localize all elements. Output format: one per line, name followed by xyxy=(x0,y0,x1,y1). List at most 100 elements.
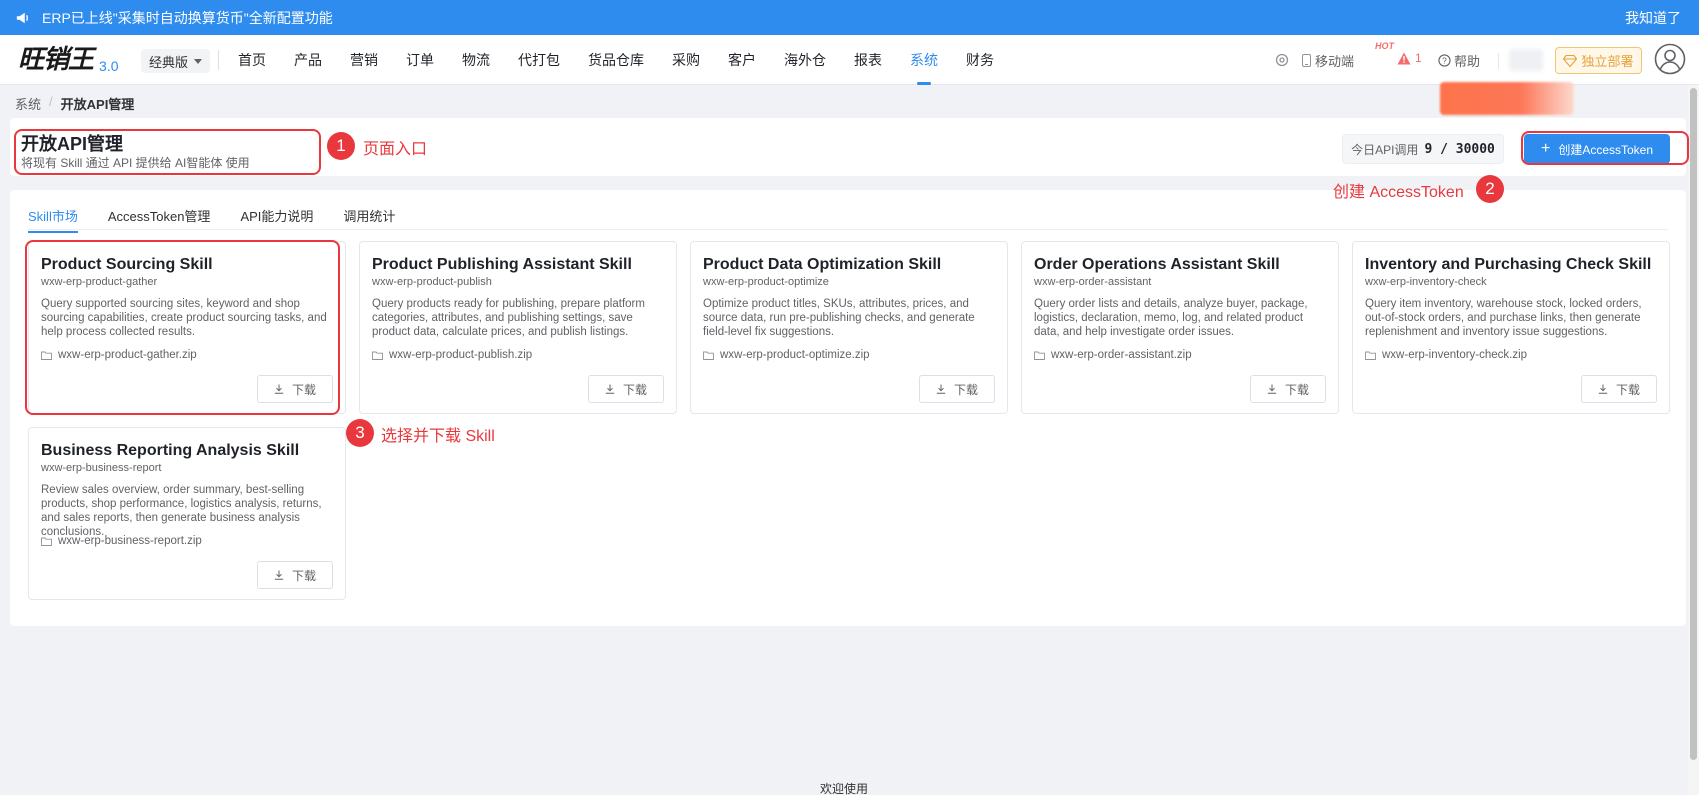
annotation-badge-1: 1 xyxy=(327,132,355,160)
skill-file: wxw-erp-product-publish.zip xyxy=(372,349,532,361)
edition-label: 经典版 xyxy=(149,54,189,70)
breadcrumb-separator: / xyxy=(49,94,53,109)
skill-file: wxw-erp-order-assistant.zip xyxy=(1034,349,1192,361)
skill-file: wxw-erp-business-report.zip xyxy=(41,535,202,547)
megaphone-icon xyxy=(16,12,28,23)
skill-slug: wxw-erp-order-assistant xyxy=(1034,276,1152,288)
menu-item[interactable]: 系统 xyxy=(896,35,952,85)
announcement-text: ERP已上线"采集时自动换算货币"全新配置功能 xyxy=(42,9,333,26)
download-label: 下载 xyxy=(622,382,647,397)
skill-slug: wxw-erp-business-report xyxy=(41,462,162,474)
annotation-badge-2: 2 xyxy=(1476,175,1504,203)
skill-file-name: wxw-erp-business-report.zip xyxy=(58,535,202,547)
skill-card[interactable]: Business Reporting Analysis Skill wxw-erp… xyxy=(28,427,346,600)
caret-down-icon xyxy=(194,58,203,64)
folder-icon xyxy=(41,537,52,546)
skill-card[interactable]: Inventory and Purchasing Check Skill wxw-… xyxy=(1352,241,1670,414)
usage-count: 9 / 30000 xyxy=(1424,141,1495,157)
redacted-overlay xyxy=(1440,82,1574,115)
skill-description: Query products ready for publishing, pre… xyxy=(372,298,645,338)
download-button[interactable]: 下载 xyxy=(1250,375,1326,403)
mobile-link[interactable]: 移动端 xyxy=(1301,51,1354,70)
skill-file-name: wxw-erp-inventory-check.zip xyxy=(1382,349,1528,361)
deploy-label: 独立部署 xyxy=(1581,54,1634,69)
skill-description: Review sales overview, order summary, be… xyxy=(41,484,322,538)
annotation-box-page-entry xyxy=(14,129,321,175)
annotation-text-3: 选择并下载 Skill xyxy=(381,428,495,445)
annotation-box-skill xyxy=(25,240,340,415)
edition-select[interactable]: 经典版 xyxy=(141,49,211,73)
annotation-box-create-token xyxy=(1521,131,1689,165)
logo-version: 3.0 xyxy=(99,58,119,74)
annotation-badge-3: 3 xyxy=(346,419,374,447)
download-label: 下载 xyxy=(1615,382,1640,397)
menu-item[interactable]: 订单 xyxy=(392,35,448,85)
menu-item[interactable]: 采购 xyxy=(658,35,714,85)
folder-icon xyxy=(703,351,714,360)
avatar-icon[interactable] xyxy=(1654,43,1686,75)
menu-item[interactable]: 物流 xyxy=(448,35,504,85)
diamond-icon xyxy=(1563,54,1578,67)
skill-description: Query order lists and details, analyze b… xyxy=(1034,298,1308,338)
tab-underline-divider xyxy=(28,229,1668,230)
announcement-bar: ERP已上线"采集时自动换算货币"全新配置功能 我知道了 xyxy=(0,0,1699,35)
top-navbar: 旺销王 3.0 经典版 首页 产品 营销 订单 物流 代打包 货品仓库 采购 客户 海外仓 报表 系统… xyxy=(0,35,1699,85)
logo[interactable]: 旺销王 3.0 xyxy=(18,45,118,75)
breadcrumb: 系统 / 开放API管理 xyxy=(15,94,134,113)
download-icon xyxy=(1267,384,1277,394)
help-label: 帮助 xyxy=(1454,54,1481,69)
download-button[interactable]: 下载 xyxy=(1581,375,1657,403)
footer-text: 欢迎使用 xyxy=(819,782,868,795)
skill-card[interactable]: Order Operations Assistant Skill wxw-erp-… xyxy=(1021,241,1339,414)
menu-item[interactable]: 代打包 xyxy=(504,35,574,85)
download-icon xyxy=(274,570,284,580)
skill-title: Product Data Optimization Skill xyxy=(703,256,942,273)
download-button[interactable]: 下载 xyxy=(919,375,995,403)
annotation-text-2: 创建 AccessToken xyxy=(1333,184,1464,201)
help-icon: ? xyxy=(1438,54,1451,67)
help-link[interactable]: ? 帮助 xyxy=(1438,51,1480,70)
skill-file: wxw-erp-inventory-check.zip xyxy=(1365,349,1527,361)
usage-counter: 今日API调用 9 / 30000 xyxy=(1342,134,1504,164)
skill-title: Order Operations Assistant Skill xyxy=(1034,256,1280,273)
warning-alert[interactable]: 1 xyxy=(1397,51,1422,65)
deploy-button[interactable]: 独立部署 xyxy=(1555,47,1642,74)
mobile-icon xyxy=(1302,54,1311,67)
gear-icon[interactable] xyxy=(1274,52,1290,68)
hot-badge: HOT xyxy=(1375,41,1394,51)
menu-item[interactable]: 产品 xyxy=(280,35,336,85)
skill-slug: wxw-erp-product-optimize xyxy=(703,276,829,288)
menu-item[interactable]: 营销 xyxy=(336,35,392,85)
warning-count: 1 xyxy=(1415,51,1422,65)
nav-divider xyxy=(218,50,219,70)
menu-item[interactable]: 报表 xyxy=(840,35,896,85)
download-button[interactable]: 下载 xyxy=(588,375,664,403)
logo-text: 旺销王 xyxy=(18,45,94,75)
nav-divider-right xyxy=(1498,53,1499,69)
skill-file-name: wxw-erp-order-assistant.zip xyxy=(1051,349,1192,361)
blurred-user-info xyxy=(1509,49,1543,71)
download-icon xyxy=(605,384,615,394)
skill-title: Product Publishing Assistant Skill xyxy=(372,256,632,273)
annotation-text-1: 页面入口 xyxy=(363,141,428,158)
folder-icon xyxy=(372,351,383,360)
dismiss-link[interactable]: 我知道了 xyxy=(1625,8,1681,28)
menu-item[interactable]: 客户 xyxy=(714,35,770,85)
menu-item[interactable]: 财务 xyxy=(952,35,1008,85)
breadcrumb-current: 开放API管理 xyxy=(60,97,135,112)
download-button[interactable]: 下载 xyxy=(257,561,333,589)
skill-card[interactable]: Product Data Optimization Skill wxw-erp-p… xyxy=(690,241,1008,414)
folder-icon xyxy=(1034,351,1045,360)
skill-title: Inventory and Purchasing Check Skill xyxy=(1365,256,1652,273)
skill-description: Optimize product titles, SKUs, attribute… xyxy=(703,298,975,338)
skill-file: wxw-erp-product-optimize.zip xyxy=(703,349,870,361)
menu-item[interactable]: 首页 xyxy=(224,35,280,85)
menu-item[interactable]: 货品仓库 xyxy=(574,35,658,85)
breadcrumb-root[interactable]: 系统 xyxy=(15,94,41,113)
download-label: 下载 xyxy=(953,382,978,397)
skill-file-name: wxw-erp-product-optimize.zip xyxy=(720,349,870,361)
download-label: 下载 xyxy=(291,568,316,583)
scrollbar-thumb[interactable] xyxy=(1690,88,1697,760)
skill-card[interactable]: Product Publishing Assistant Skill wxw-er… xyxy=(359,241,677,414)
menu-item[interactable]: 海外仓 xyxy=(770,35,840,85)
